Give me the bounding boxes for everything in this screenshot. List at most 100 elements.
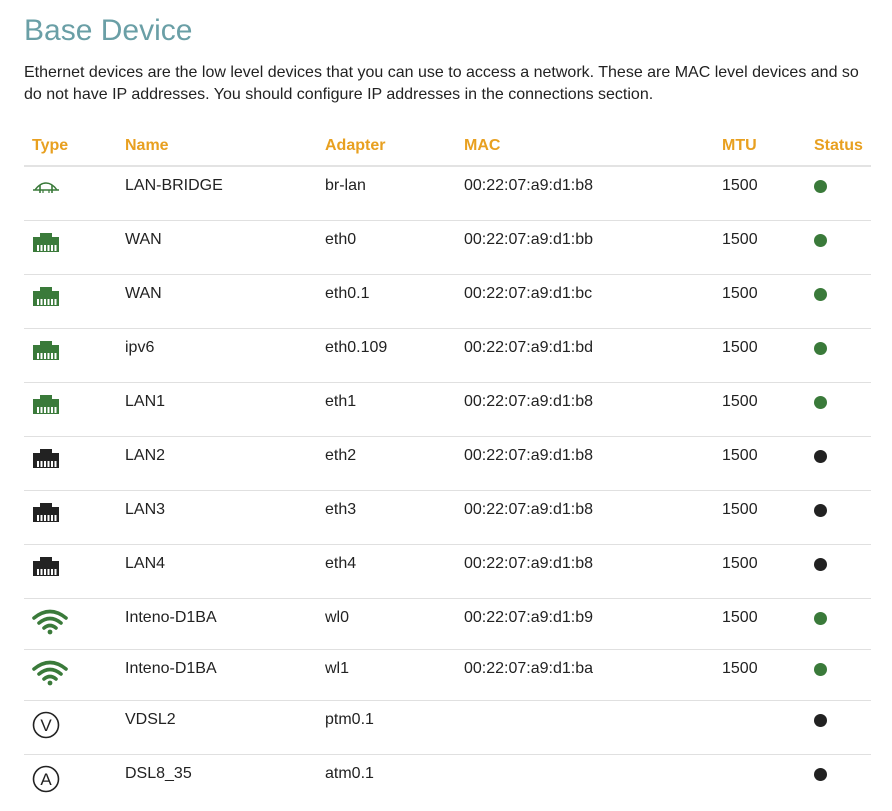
device-mtu: 1500: [714, 275, 806, 329]
device-mtu: 1500: [714, 329, 806, 383]
device-adapter: wl0: [317, 599, 456, 650]
status-up-indicator: [814, 288, 827, 301]
col-header-mac[interactable]: MAC: [456, 131, 714, 166]
type-cell: A: [24, 755, 117, 811]
device-adapter: eth0: [317, 221, 456, 275]
type-cell: [24, 545, 117, 599]
ethernet-port-icon: [32, 555, 109, 579]
status-up-indicator: [814, 180, 827, 193]
device-mtu: 1500: [714, 221, 806, 275]
status-down-indicator: [814, 558, 827, 571]
wifi-icon: [32, 660, 109, 686]
status-up-indicator: [814, 663, 827, 676]
device-name: LAN4: [117, 545, 317, 599]
status-cell: [806, 221, 871, 275]
device-adapter: atm0.1: [317, 755, 456, 811]
device-name: LAN3: [117, 491, 317, 545]
device-mac: [456, 701, 714, 755]
ethernet-port-icon: [32, 285, 109, 309]
type-cell: [24, 599, 117, 650]
device-mtu: 1500: [714, 383, 806, 437]
devices-table: Type Name Adapter MAC MTU Status LAN-BRI…: [24, 131, 871, 811]
device-name: VDSL2: [117, 701, 317, 755]
status-cell: [806, 701, 871, 755]
type-cell: V: [24, 701, 117, 755]
col-header-type[interactable]: Type: [24, 131, 117, 166]
device-name: Inteno-D1BA: [117, 650, 317, 701]
table-row[interactable]: WANeth0.100:22:07:a9:d1:bc1500: [24, 275, 871, 329]
device-mtu: 1500: [714, 650, 806, 701]
svg-text:A: A: [40, 770, 52, 789]
type-cell: [24, 650, 117, 701]
status-cell: [806, 383, 871, 437]
device-mtu: 1500: [714, 437, 806, 491]
ethernet-port-icon: [32, 339, 109, 363]
table-row[interactable]: Inteno-D1BAwl100:22:07:a9:d1:ba1500: [24, 650, 871, 701]
device-mac: 00:22:07:a9:d1:b8: [456, 166, 714, 221]
status-cell: [806, 491, 871, 545]
table-row[interactable]: Inteno-D1BAwl000:22:07:a9:d1:b91500: [24, 599, 871, 650]
device-mac: 00:22:07:a9:d1:ba: [456, 650, 714, 701]
device-mtu: 1500: [714, 491, 806, 545]
table-row[interactable]: V VDSL2ptm0.1: [24, 701, 871, 755]
device-mac: 00:22:07:a9:d1:bd: [456, 329, 714, 383]
ethernet-port-icon: [32, 393, 109, 417]
svg-text:V: V: [40, 716, 52, 735]
device-adapter: ptm0.1: [317, 701, 456, 755]
status-down-indicator: [814, 450, 827, 463]
status-up-indicator: [814, 234, 827, 247]
device-name: Inteno-D1BA: [117, 599, 317, 650]
device-mtu: [714, 701, 806, 755]
col-header-mtu[interactable]: MTU: [714, 131, 806, 166]
device-mac: 00:22:07:a9:d1:b8: [456, 491, 714, 545]
type-cell: [24, 275, 117, 329]
vdsl-icon: V: [32, 711, 109, 739]
device-adapter: eth0.109: [317, 329, 456, 383]
device-name: LAN-BRIDGE: [117, 166, 317, 221]
device-mac: 00:22:07:a9:d1:bc: [456, 275, 714, 329]
table-row[interactable]: LAN2eth200:22:07:a9:d1:b81500: [24, 437, 871, 491]
col-header-name[interactable]: Name: [117, 131, 317, 166]
device-mac: 00:22:07:a9:d1:bb: [456, 221, 714, 275]
status-down-indicator: [814, 714, 827, 727]
status-cell: [806, 437, 871, 491]
table-row[interactable]: LAN4eth400:22:07:a9:d1:b81500: [24, 545, 871, 599]
status-up-indicator: [814, 396, 827, 409]
col-header-adapter[interactable]: Adapter: [317, 131, 456, 166]
table-row[interactable]: LAN3eth300:22:07:a9:d1:b81500: [24, 491, 871, 545]
table-row[interactable]: LAN1eth100:22:07:a9:d1:b81500: [24, 383, 871, 437]
ethernet-port-icon: [32, 501, 109, 525]
bridge-icon: [32, 177, 109, 197]
table-row[interactable]: A DSL8_35atm0.1: [24, 755, 871, 811]
device-adapter: eth1: [317, 383, 456, 437]
table-row[interactable]: WANeth000:22:07:a9:d1:bb1500: [24, 221, 871, 275]
device-mtu: 1500: [714, 599, 806, 650]
col-header-status[interactable]: Status: [806, 131, 871, 166]
adsl-icon: A: [32, 765, 109, 793]
device-mtu: [714, 755, 806, 811]
device-adapter: eth4: [317, 545, 456, 599]
type-cell: [24, 383, 117, 437]
type-cell: [24, 437, 117, 491]
status-cell: [806, 599, 871, 650]
ethernet-port-icon: [32, 231, 109, 255]
type-cell: [24, 221, 117, 275]
device-mac: [456, 755, 714, 811]
device-name: DSL8_35: [117, 755, 317, 811]
device-mac: 00:22:07:a9:d1:b9: [456, 599, 714, 650]
device-mac: 00:22:07:a9:d1:b8: [456, 383, 714, 437]
status-cell: [806, 755, 871, 811]
device-mac: 00:22:07:a9:d1:b8: [456, 545, 714, 599]
status-up-indicator: [814, 342, 827, 355]
page-title: Base Device: [24, 0, 868, 48]
device-adapter: wl1: [317, 650, 456, 701]
status-up-indicator: [814, 612, 827, 625]
type-cell: [24, 166, 117, 221]
table-row[interactable]: ipv6eth0.10900:22:07:a9:d1:bd1500: [24, 329, 871, 383]
status-down-indicator: [814, 768, 827, 781]
table-row[interactable]: LAN-BRIDGEbr-lan00:22:07:a9:d1:b81500: [24, 166, 871, 221]
device-name: ipv6: [117, 329, 317, 383]
page-description: Ethernet devices are the low level devic…: [24, 62, 868, 106]
table-header-row: Type Name Adapter MAC MTU Status: [24, 131, 871, 166]
device-name: LAN2: [117, 437, 317, 491]
